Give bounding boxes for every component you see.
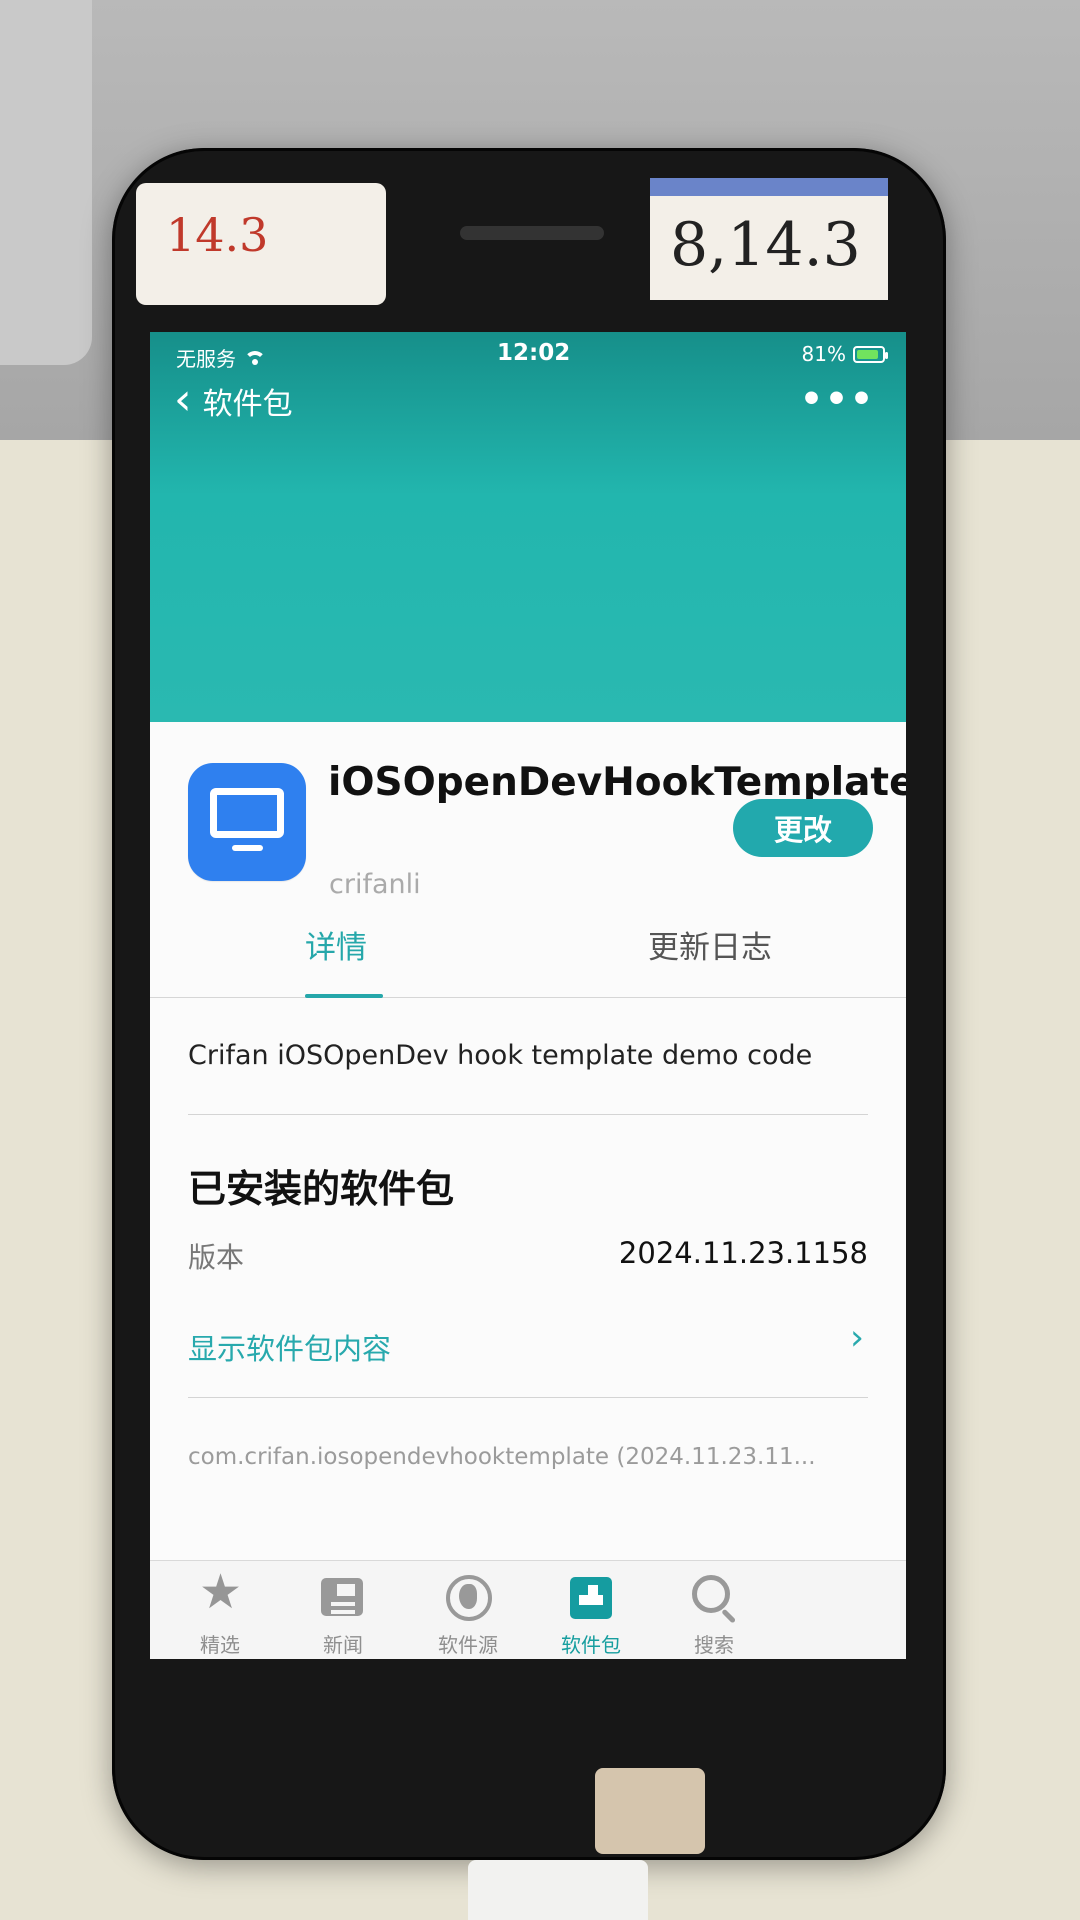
detail-tabs: 详情 更新日志 (150, 912, 906, 998)
installed-package-heading: 已安装的软件包 (188, 1167, 455, 1211)
version-label: 版本 (188, 1241, 245, 1274)
tabbar-news-label: 新闻 (323, 1633, 363, 1657)
tabbar-packages-label: 软件包 (561, 1633, 621, 1657)
package-identifier: com.crifan.iosopendevhooktemplate (2024.… (188, 1444, 816, 1470)
more-button[interactable]: ••• (800, 379, 875, 420)
globe-icon (446, 1575, 492, 1621)
news-icon (321, 1578, 363, 1616)
modify-button[interactable]: 更改 (733, 799, 873, 857)
monitor-icon (188, 763, 306, 881)
tabbar-sources[interactable]: 软件源 (398, 1571, 538, 1657)
show-package-contents-label: 显示软件包内容 (188, 1332, 392, 1366)
tabbar-featured[interactable]: ★ 精选 (150, 1564, 290, 1657)
tabbar-news[interactable]: 新闻 (273, 1571, 413, 1657)
bottom-tab-bar: ★ 精选 新闻 软件源 软件包 搜索 (150, 1560, 906, 1659)
chevron-left-icon: ‹ (174, 373, 192, 425)
tabbar-search-label: 搜索 (694, 1633, 734, 1657)
hero-banner: 无服务 12:02 81% ‹ 软件包 ••• (150, 332, 906, 722)
tabbar-search[interactable]: 搜索 (644, 1571, 784, 1657)
version-value: 2024.11.23.1158 (618, 1236, 868, 1270)
left-sticker: 14.3 (136, 183, 386, 305)
phone-speaker (460, 226, 604, 240)
phone-screen: 无服务 12:02 81% ‹ 软件包 ••• iOSOpenDevHookTe… (150, 332, 906, 1659)
wifi-icon (244, 350, 266, 366)
chevron-right-icon: › (850, 1318, 864, 1358)
battery-status: 81% (801, 342, 888, 366)
version-row: 版本 2024.11.23.1158 (188, 1224, 868, 1280)
monitor-screen-icon (210, 788, 284, 838)
developer-name: crifanli (329, 869, 421, 900)
star-icon: ★ (199, 1564, 243, 1620)
package-detail-content: iOSOpenDevHookTemplate crifanli 更改 详情 更新… (150, 722, 906, 1659)
navigation-bar: ‹ 软件包 ••• (150, 375, 906, 445)
package-description: Crifan iOSOpenDev hook template demo cod… (188, 1040, 813, 1071)
carrier-label: 无服务 (176, 347, 236, 371)
active-tab-indicator (305, 994, 383, 998)
tab-changelog[interactable]: 更新日志 (648, 912, 772, 986)
status-bar: 无服务 12:02 81% (150, 332, 906, 374)
battery-icon (853, 345, 888, 363)
laptop-lid (0, 0, 92, 365)
charging-cable (468, 1860, 648, 1920)
battery-percent: 81% (801, 342, 846, 366)
contents-divider (188, 1397, 868, 1398)
right-sticker: 8,14.3 (650, 178, 888, 300)
back-label: 软件包 (202, 387, 293, 422)
tabbar-featured-label: 精选 (200, 1633, 240, 1657)
section-divider (188, 1114, 868, 1115)
carrier-status: 无服务 (176, 343, 266, 372)
show-package-contents-row[interactable]: 显示软件包内容 › (188, 1314, 868, 1370)
back-button[interactable]: ‹ 软件包 (174, 375, 293, 427)
tabbar-sources-label: 软件源 (438, 1633, 498, 1657)
monitor-stand-icon (232, 845, 263, 851)
app-title: iOSOpenDevHookTemplate (328, 760, 906, 805)
search-icon (692, 1575, 730, 1613)
tab-details[interactable]: 详情 (305, 912, 367, 986)
package-icon (570, 1577, 612, 1619)
status-time: 12:02 (497, 340, 571, 366)
tabbar-packages[interactable]: 软件包 (521, 1571, 661, 1657)
home-button-tape (595, 1768, 705, 1854)
